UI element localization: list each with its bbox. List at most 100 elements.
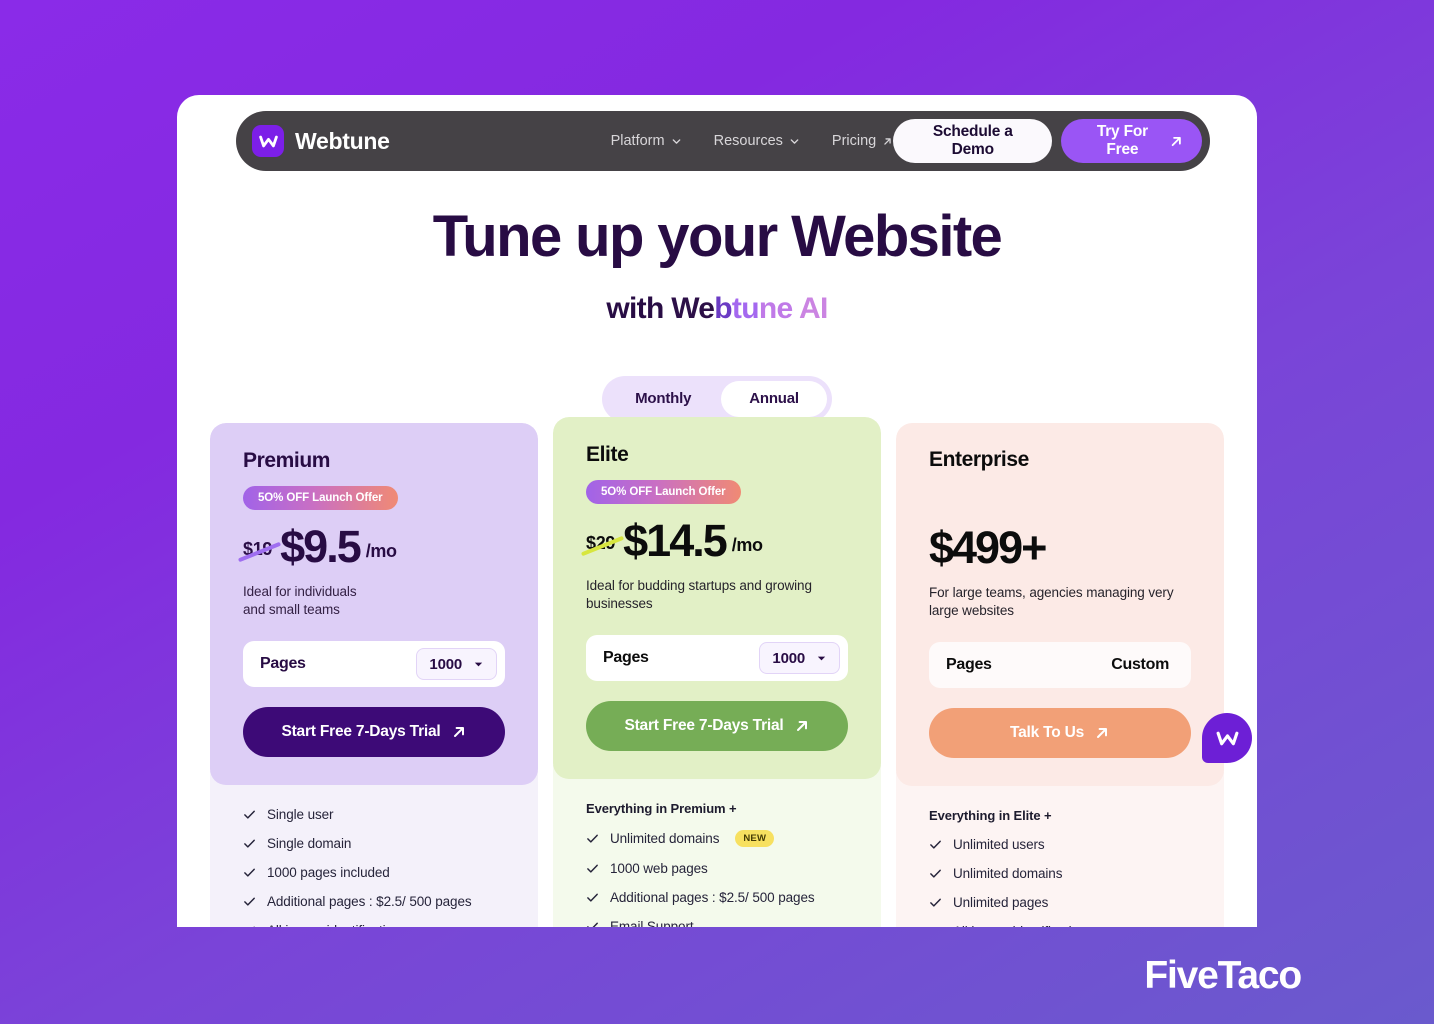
nav-link-resources-label: Resources <box>713 133 783 149</box>
list-item: Single domain <box>243 836 505 851</box>
subtitle-part-2: b <box>714 291 732 325</box>
launch-offer-badge: 5O% OFF Launch Offer <box>243 486 398 510</box>
browser-window: Webtune Platform Resources Pricing Sched… <box>177 95 1257 927</box>
start-trial-button[interactable]: Start Free 7-Days Trial <box>243 707 505 758</box>
features-header: Everything in Premium + <box>586 801 737 817</box>
list-item: Unlimited domains <box>929 866 1191 881</box>
price-period: /mo <box>731 535 763 556</box>
feature-label: Additional pages : $2.5/ 500 pages <box>610 890 815 906</box>
old-price: $19 <box>237 539 282 563</box>
card-features: Everything in Elite + Unlimited users Un… <box>896 772 1224 927</box>
start-trial-label: Start Free 7-Days Trial <box>624 717 784 735</box>
list-item: Unlimited domains NEW <box>586 830 848 848</box>
fivetaco-watermark: FiveTaco <box>1144 954 1302 997</box>
plan-name: Premium <box>243 449 331 472</box>
pricing-card-premium: Premium 5O% OFF Launch Offer $19 $9.5 /m… <box>210 423 538 927</box>
nav-link-pricing-label: Pricing <box>831 133 877 149</box>
webtune-w-logo-icon <box>252 125 284 157</box>
subtitle-part-3: tu <box>731 291 760 325</box>
feature-label: Single domain <box>267 836 352 852</box>
schedule-demo-button[interactable]: Schedule a Demo <box>893 119 1053 163</box>
nav-link-platform-label: Platform <box>610 133 665 149</box>
status-badge: NEW <box>735 830 775 848</box>
check-icon <box>929 925 942 927</box>
try-for-free-label: Try For Free <box>1096 123 1148 158</box>
feature-label: Additional pages : $2.5/ 500 pages <box>267 894 472 910</box>
card-top: Elite 5O% OFF Launch Offer $29 $14.5 /mo… <box>553 417 881 780</box>
list-item: Additional pages : $2.5/ 500 pages <box>243 894 505 909</box>
navbar: Webtune Platform Resources Pricing Sched… <box>236 111 1210 171</box>
pages-select[interactable]: 1000 <box>759 642 840 675</box>
subtitle-part-1: We <box>671 291 715 325</box>
toggle-option-monthly[interactable]: Monthly <box>607 381 719 417</box>
pages-label: Pages <box>603 649 649 667</box>
check-icon <box>244 810 255 819</box>
arrow-up-right-icon <box>1171 136 1181 146</box>
list-item: Email Support <box>586 919 848 927</box>
price-row: $19 $9.5 /mo <box>237 521 505 572</box>
pricing-cards: Premium 5O% OFF Launch Offer $19 $9.5 /m… <box>210 417 1224 927</box>
feature-label: Unlimited pages <box>953 895 1049 911</box>
pages-row: Pages 1000 <box>586 635 848 682</box>
hero: Tune up your Website with Webtune AI <box>177 206 1257 326</box>
subtitle-prefix: with <box>606 291 672 325</box>
check-icon <box>244 839 255 848</box>
check-icon <box>930 869 941 878</box>
nav-link-pricing[interactable]: Pricing <box>832 133 893 149</box>
pages-select[interactable]: 1000 <box>416 648 497 681</box>
price-row: $29 $14.5 /mo <box>580 515 848 566</box>
list-item: All issues identification <box>243 923 505 927</box>
price: $9.5 <box>280 521 362 572</box>
nav-link-platform[interactable]: Platform <box>611 133 682 149</box>
arrow-up-right-icon <box>884 137 891 145</box>
brand[interactable]: Webtune <box>252 125 390 157</box>
feature-label: Email Support <box>610 919 694 927</box>
feature-label: 1000 web pages <box>610 861 708 877</box>
list-item: Unlimited users <box>929 837 1191 852</box>
card-features: Everything in Premium + Unlimited domain… <box>553 765 881 927</box>
nav-link-resources[interactable]: Resources <box>714 133 800 149</box>
nav-links: Platform Resources Pricing <box>611 133 894 149</box>
feature-label: All issues identification <box>267 923 400 927</box>
subtitle-part-4: ne <box>758 291 793 325</box>
nav-actions: Schedule a Demo Try For Free <box>893 119 1202 163</box>
chevron-down-icon <box>474 662 483 666</box>
toggle-option-annual[interactable]: Annual <box>721 380 827 417</box>
price: $499+ <box>929 522 1047 573</box>
pricing-card-enterprise: Enterprise $499+ For large teams, agenci… <box>896 423 1224 927</box>
launch-offer-badge: 5O% OFF Launch Offer <box>586 480 741 504</box>
check-icon <box>930 840 941 849</box>
start-trial-label: Start Free 7-Days Trial <box>281 723 441 741</box>
check-icon <box>587 893 598 902</box>
pages-row: Pages 1000 <box>243 641 505 688</box>
chevron-down-icon <box>790 138 799 144</box>
talk-to-us-button[interactable]: Talk To Us <box>929 708 1191 759</box>
billing-toggle: Monthly Annual <box>602 375 832 422</box>
plan-description: Ideal for individuals and small teams <box>243 584 357 618</box>
try-for-free-button[interactable]: Try For Free <box>1061 119 1202 163</box>
webtune-w-logo-icon <box>1216 731 1238 745</box>
arrow-up-right-icon <box>453 727 464 738</box>
talk-to-us-label: Talk To Us <box>1009 724 1085 742</box>
check-icon <box>244 897 255 906</box>
features-header: Everything in Elite + <box>929 808 1052 824</box>
price-row: $499+ <box>929 522 1191 573</box>
feature-label: Unlimited domains <box>953 866 1063 882</box>
list-item: 1000 web pages <box>586 861 848 876</box>
chat-widget-button[interactable] <box>1202 713 1252 763</box>
pages-row: Pages Custom <box>929 642 1191 689</box>
list-item: Single user <box>243 807 505 822</box>
feature-label: Unlimited domains <box>610 831 720 847</box>
page-subtitle: with Webtune AI <box>177 292 1257 326</box>
feature-label: Unlimited users <box>953 837 1045 853</box>
pages-value: 1000 <box>772 649 805 667</box>
pages-value: Custom <box>1111 656 1169 674</box>
plan-name: Elite <box>586 443 629 466</box>
price: $14.5 <box>623 515 728 566</box>
check-icon <box>587 922 598 927</box>
chevron-down-icon <box>672 138 680 144</box>
arrow-up-right-icon <box>1097 728 1108 739</box>
plan-description: Ideal for budding startups and growing b… <box>586 578 812 612</box>
start-trial-button[interactable]: Start Free 7-Days Trial <box>586 701 848 752</box>
card-features: Single user Single domain 1000 pages inc… <box>210 771 538 927</box>
